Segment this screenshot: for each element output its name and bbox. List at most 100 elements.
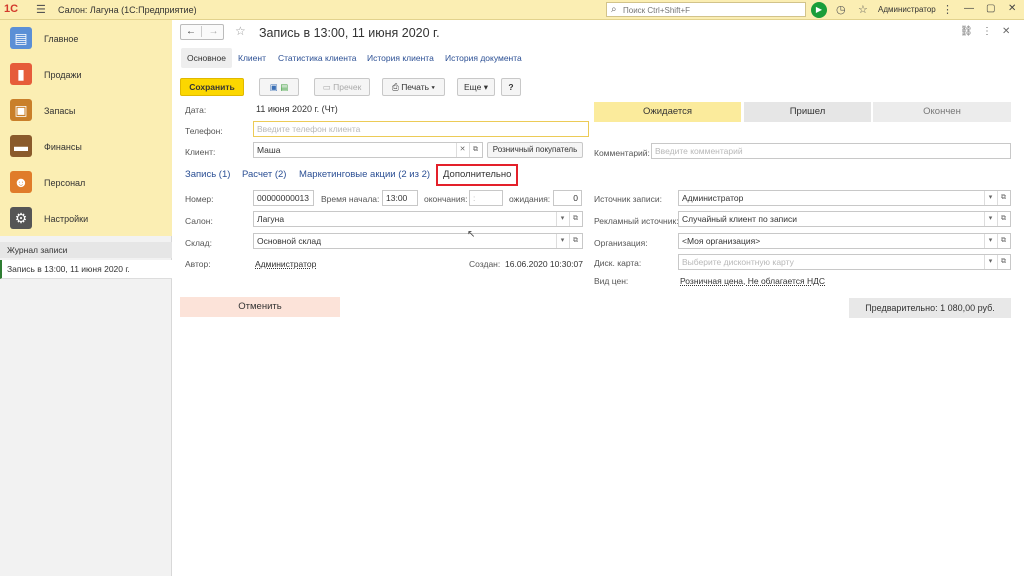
- dropdown-icon[interactable]: ▾: [984, 234, 996, 248]
- print-label: Печать: [401, 82, 430, 92]
- sidebar-item-label: Продажи: [44, 70, 82, 80]
- help-button[interactable]: ?: [501, 78, 521, 96]
- menu-icon[interactable]: ☰: [36, 3, 46, 16]
- dropdown-icon[interactable]: ▾: [984, 212, 996, 226]
- open-icon[interactable]: ⧉: [569, 234, 581, 248]
- more-icon[interactable]: ⋮: [982, 26, 992, 37]
- document-form: ← → ☆ Запись в 13:00, 11 июня 2020 г. ⛓ …: [173, 20, 1024, 576]
- subtab-calculation[interactable]: Расчет (2): [242, 169, 286, 180]
- maximize-icon[interactable]: ▢: [986, 3, 995, 14]
- ad-source-label: Рекламный источник:: [594, 216, 679, 226]
- comment-field[interactable]: Введите комментарий: [651, 143, 1011, 159]
- mouse-cursor-icon: ↖: [467, 229, 476, 240]
- dropdown-icon[interactable]: ▾: [556, 212, 568, 226]
- open-icon[interactable]: ⧉: [997, 191, 1009, 205]
- end-time-field[interactable]: :: [469, 190, 503, 206]
- open-icon[interactable]: ⧉: [997, 234, 1009, 248]
- author-link[interactable]: Администратор: [255, 259, 316, 269]
- organization-label: Организация:: [594, 238, 648, 248]
- receipt-button[interactable]: ▭ Пречек: [314, 78, 370, 96]
- clear-icon[interactable]: ✕: [456, 143, 468, 157]
- sidebar-item-main[interactable]: ▤ Главное: [0, 22, 172, 56]
- start-time-value: 13:00: [386, 193, 408, 203]
- print-button[interactable]: ⎙ Печать ▾: [382, 78, 445, 96]
- floppy-icon[interactable]: ▣: [270, 82, 278, 92]
- save-button[interactable]: Сохранить: [180, 78, 244, 96]
- end-time-label: окончания:: [424, 194, 468, 204]
- sidebar: ▤ Главное ▮ Продажи ▣ Запасы ▬ Финансы ☻…: [0, 20, 172, 576]
- warehouse-field[interactable]: Основной склад ▾ ⧉: [253, 233, 583, 249]
- author-label: Автор:: [185, 259, 211, 269]
- number-value: 00000000013: [257, 193, 310, 203]
- more-button[interactable]: Еще ▾: [457, 78, 495, 96]
- play-icon[interactable]: ▶: [811, 2, 827, 18]
- discount-card-label: Диск. карта:: [594, 258, 642, 268]
- retail-buyer-button[interactable]: Розничный покупатель: [487, 142, 583, 158]
- star-icon[interactable]: ☆: [858, 3, 868, 16]
- subtab-marketing[interactable]: Маркетинговые акции (2 из 2): [299, 169, 436, 180]
- subtab-record[interactable]: Запись (1): [185, 169, 230, 180]
- organization-field[interactable]: <Моя организация> ▾ ⧉: [678, 233, 1011, 249]
- link-icon[interactable]: ⛓: [960, 26, 973, 37]
- open-icon[interactable]: ⧉: [997, 255, 1009, 269]
- date-label: Дата:: [185, 105, 207, 115]
- ad-source-value: Случайный клиент по записи: [682, 214, 798, 224]
- chevron-down-icon: ▾: [431, 82, 435, 92]
- ad-source-field[interactable]: Случайный клиент по записи ▾ ⧉: [678, 211, 1011, 227]
- sidebar-item-staff[interactable]: ☻ Персонал: [0, 166, 172, 200]
- tab-document-history[interactable]: История документа: [445, 48, 522, 68]
- printer-icon: ⎙: [392, 82, 399, 92]
- cancel-button[interactable]: Отменить: [180, 297, 340, 317]
- minimize-icon[interactable]: —: [964, 3, 974, 14]
- created-value: 16.06.2020 10:30:07: [505, 259, 583, 269]
- date-value[interactable]: 11 июня 2020 г. (Чт): [256, 104, 338, 114]
- discount-card-field[interactable]: Выберите дисконтную карту ▾ ⧉: [678, 254, 1011, 270]
- tab-main[interactable]: Основное: [181, 48, 232, 68]
- close-form-icon[interactable]: ✕: [1002, 26, 1010, 37]
- global-search-input[interactable]: [623, 4, 803, 16]
- dropdown-icon[interactable]: ▾: [984, 255, 996, 269]
- dropdown-icon[interactable]: ▾: [984, 191, 996, 205]
- back-arrow-icon[interactable]: ←: [181, 26, 202, 37]
- tab-client-stats[interactable]: Статистика клиента: [278, 48, 356, 68]
- number-field[interactable]: 00000000013: [253, 190, 314, 206]
- sidebar-item-label: Главное: [44, 34, 79, 44]
- subtab-additional[interactable]: Дополнительно: [436, 164, 519, 186]
- status-expected-button[interactable]: Ожидается: [594, 102, 741, 122]
- source-value: Администратор: [682, 193, 744, 203]
- journal-title[interactable]: Журнал записи: [0, 242, 172, 258]
- sidebar-item-sales[interactable]: ▮ Продажи: [0, 58, 172, 92]
- save-copy-buttons: ▣ ▤: [259, 78, 299, 96]
- sidebar-item-settings[interactable]: ⚙ Настройки: [0, 202, 172, 236]
- client-field[interactable]: Маша ✕ ⧉: [253, 142, 483, 158]
- sidebar-item-stock[interactable]: ▣ Запасы: [0, 94, 172, 128]
- post-icon[interactable]: ▤: [280, 82, 288, 92]
- tab-client[interactable]: Клиент: [238, 48, 266, 68]
- close-icon[interactable]: ✕: [1008, 3, 1016, 14]
- open-icon[interactable]: ⧉: [997, 212, 1009, 226]
- source-field[interactable]: Администратор ▾ ⧉: [678, 190, 1011, 206]
- status-arrived-button[interactable]: Пришел: [744, 102, 871, 122]
- sidebar-item-finance[interactable]: ▬ Финансы: [0, 130, 172, 164]
- page-title: Запись в 13:00, 11 июня 2020 г.: [259, 26, 440, 40]
- gear-icon: ⚙: [10, 207, 32, 229]
- tab-client-history[interactable]: История клиента: [367, 48, 434, 68]
- open-icon[interactable]: ⧉: [569, 212, 581, 226]
- receipt-label: Пречек: [333, 82, 362, 92]
- start-time-label: Время начала:: [321, 194, 380, 204]
- global-search[interactable]: ⌕: [606, 2, 806, 17]
- history-icon[interactable]: ◷: [836, 3, 846, 16]
- forward-arrow-icon[interactable]: →: [203, 26, 224, 37]
- phone-field[interactable]: Введите телефон клиента: [253, 121, 589, 137]
- dropdown-icon[interactable]: ▾: [556, 234, 568, 248]
- favorite-star-icon[interactable]: ☆: [235, 24, 246, 38]
- wait-field[interactable]: 0: [553, 190, 582, 206]
- start-time-field[interactable]: 13:00: [382, 190, 418, 206]
- settings-menu-icon[interactable]: ⋮: [942, 3, 953, 16]
- price-type-link[interactable]: Розничная цена, Не облагается НДС: [680, 276, 825, 286]
- salon-field[interactable]: Лагуна ▾ ⧉: [253, 211, 583, 227]
- journal-item[interactable]: Запись в 13:00, 11 июня 2020 г.: [0, 260, 172, 279]
- current-user[interactable]: Администратор: [878, 5, 936, 14]
- status-finished-button[interactable]: Окончен: [873, 102, 1011, 122]
- open-icon[interactable]: ⧉: [469, 143, 481, 157]
